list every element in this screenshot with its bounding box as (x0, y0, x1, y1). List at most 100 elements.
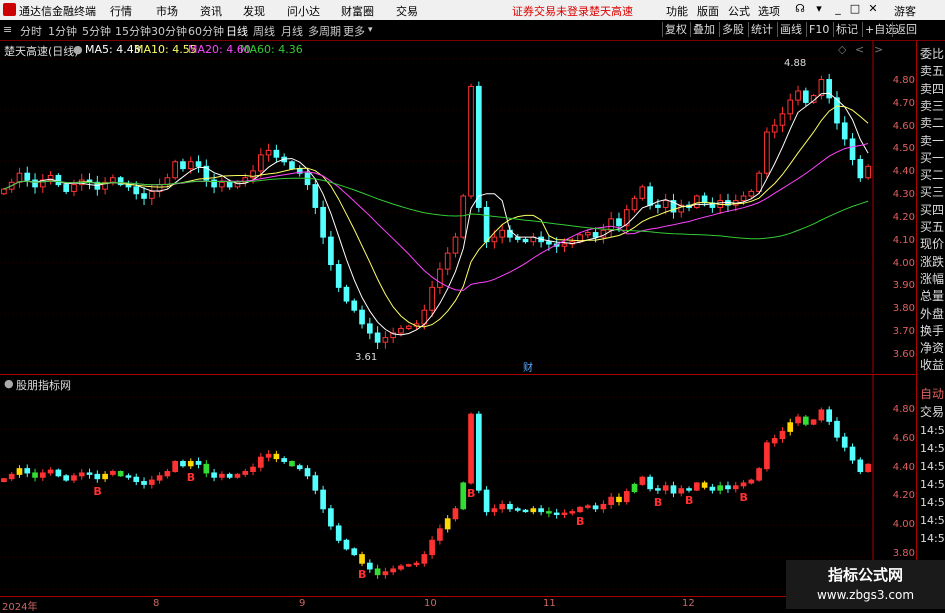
price-tick-label: 4.30 (892, 189, 915, 200)
period-1min[interactable]: 1分钟 (48, 23, 77, 39)
candle-body (756, 172, 762, 192)
shirt-icon[interactable]: ▾ (812, 2, 826, 17)
low-price-label: 3.61 (355, 352, 378, 363)
date-label: 10 (424, 598, 437, 609)
period-30min[interactable]: 30分钟 (151, 23, 187, 39)
minimize-icon[interactable]: _ (831, 2, 845, 17)
btn-overlay[interactable]: 叠加 (690, 22, 717, 37)
auto-label[interactable]: 自动 (920, 385, 944, 402)
close-icon[interactable]: ✕ (866, 2, 880, 17)
menu-layout[interactable]: 版面 (697, 3, 719, 19)
date-label: 12 (682, 598, 695, 609)
candle-body (304, 468, 311, 477)
expand-icon[interactable]: < (855, 43, 864, 56)
menu-options[interactable]: 选项 (758, 3, 780, 19)
candle-body (600, 503, 607, 510)
candle-body (592, 505, 599, 510)
app-title: 通达信金融终端 (19, 5, 96, 18)
period-daily[interactable]: 日线 (226, 23, 248, 39)
ma10-line (3, 105, 869, 328)
candle-body (156, 475, 163, 481)
period-more[interactable]: 更多 (343, 23, 365, 39)
candle-body (849, 138, 856, 160)
btn-mark[interactable]: 标记 (833, 22, 860, 37)
candle-body (180, 161, 186, 170)
candle-body (164, 177, 171, 186)
candle-body (437, 528, 443, 541)
candle-body (164, 471, 171, 477)
ma-settings-icon[interactable]: ● (73, 43, 83, 56)
kline-chart[interactable] (0, 41, 915, 373)
collapse-icon[interactable]: > (874, 43, 883, 56)
candle-body (102, 473, 108, 480)
candle-body (265, 453, 272, 458)
candle-body (701, 482, 708, 488)
period-monthly[interactable]: 月线 (281, 23, 303, 39)
candle-body (530, 508, 537, 513)
menu-quotes[interactable]: 行情 (110, 3, 132, 19)
quote-label: 换手 (920, 323, 945, 338)
menu-news[interactable]: 资讯 (200, 3, 222, 19)
candle-body (756, 468, 762, 481)
candle-body (437, 268, 443, 288)
menu-ask[interactable]: 问小达 (287, 3, 320, 19)
kline-chart-panel[interactable]: 楚天高速(日线) ● MA5: 4.43 MA10: 4.55 MA20: 4.… (0, 41, 915, 374)
more-dropdown-icon[interactable]: ▾ (368, 25, 373, 35)
candle-body (592, 232, 599, 238)
candle-body (584, 232, 591, 236)
candle-body (24, 468, 31, 474)
candle-body (187, 161, 194, 170)
btn-back[interactable]: 返回 (892, 22, 919, 37)
price-tick-label: 4.70 (892, 97, 915, 109)
candle-body (647, 476, 653, 490)
candle-body (242, 471, 249, 475)
candle-body (616, 496, 622, 503)
candle-body (8, 473, 15, 480)
menu-market[interactable]: 市场 (156, 3, 178, 19)
candle-body (273, 149, 280, 158)
btn-draw[interactable]: 画线 (777, 22, 804, 37)
period-60min[interactable]: 60分钟 (188, 23, 224, 39)
candle-body (444, 252, 451, 270)
menu-function[interactable]: 功能 (666, 3, 688, 19)
price-tick-label: 4.50 (892, 143, 915, 155)
candle-body (468, 413, 474, 484)
maximize-icon[interactable]: □ (848, 2, 862, 17)
finance-event-label[interactable]: 财 (523, 359, 533, 374)
indicator-chart[interactable] (0, 375, 915, 597)
headset-icon[interactable]: ☊ (793, 2, 807, 17)
period-weekly[interactable]: 周线 (253, 23, 275, 39)
menu-wealth[interactable]: 财富圈 (341, 3, 374, 19)
period-5min[interactable]: 5分钟 (82, 23, 111, 39)
candle-body (717, 485, 724, 491)
toolbar-menu-icon[interactable]: ≡ (3, 23, 12, 36)
indicator-chart-panel[interactable]: ● 股朋指标网 4.804.604.404.204.003.803.60 BBB… (0, 374, 915, 597)
candle-body (670, 485, 677, 494)
menu-trade[interactable]: 交易 (396, 3, 418, 19)
period-intraday[interactable]: 分时 (20, 23, 42, 39)
candle-body (312, 184, 319, 208)
candle-body (802, 416, 809, 425)
btn-stats[interactable]: 统计 (748, 22, 775, 37)
indicator-settings-icon[interactable]: ● (4, 377, 14, 390)
candle-body (110, 177, 116, 183)
diamond-icon[interactable]: ◇ (838, 43, 846, 56)
quote-label: 净资 (920, 341, 945, 356)
trade-login-warning[interactable]: 证券交易未登录 (512, 3, 589, 19)
user-label[interactable]: 游客 (894, 3, 916, 19)
candle-body (234, 473, 241, 478)
btn-multi-stock[interactable]: 多股 (719, 22, 746, 37)
menu-discover[interactable]: 发现 (243, 3, 265, 19)
btn-adjust[interactable]: 复权 (662, 22, 689, 37)
period-multi[interactable]: 多周期 (308, 23, 341, 39)
menu-formula[interactable]: 公式 (728, 3, 750, 19)
candle-body (133, 476, 140, 483)
period-15min[interactable]: 15分钟 (115, 23, 151, 39)
candle-body (725, 485, 731, 490)
candle-body (71, 184, 77, 192)
quote-label: 买一 (920, 150, 945, 165)
candle-body (709, 486, 716, 491)
btn-f10[interactable]: F10 (806, 22, 831, 37)
candle-body (343, 286, 350, 302)
trade-detail-label[interactable]: 交易 (920, 403, 944, 420)
